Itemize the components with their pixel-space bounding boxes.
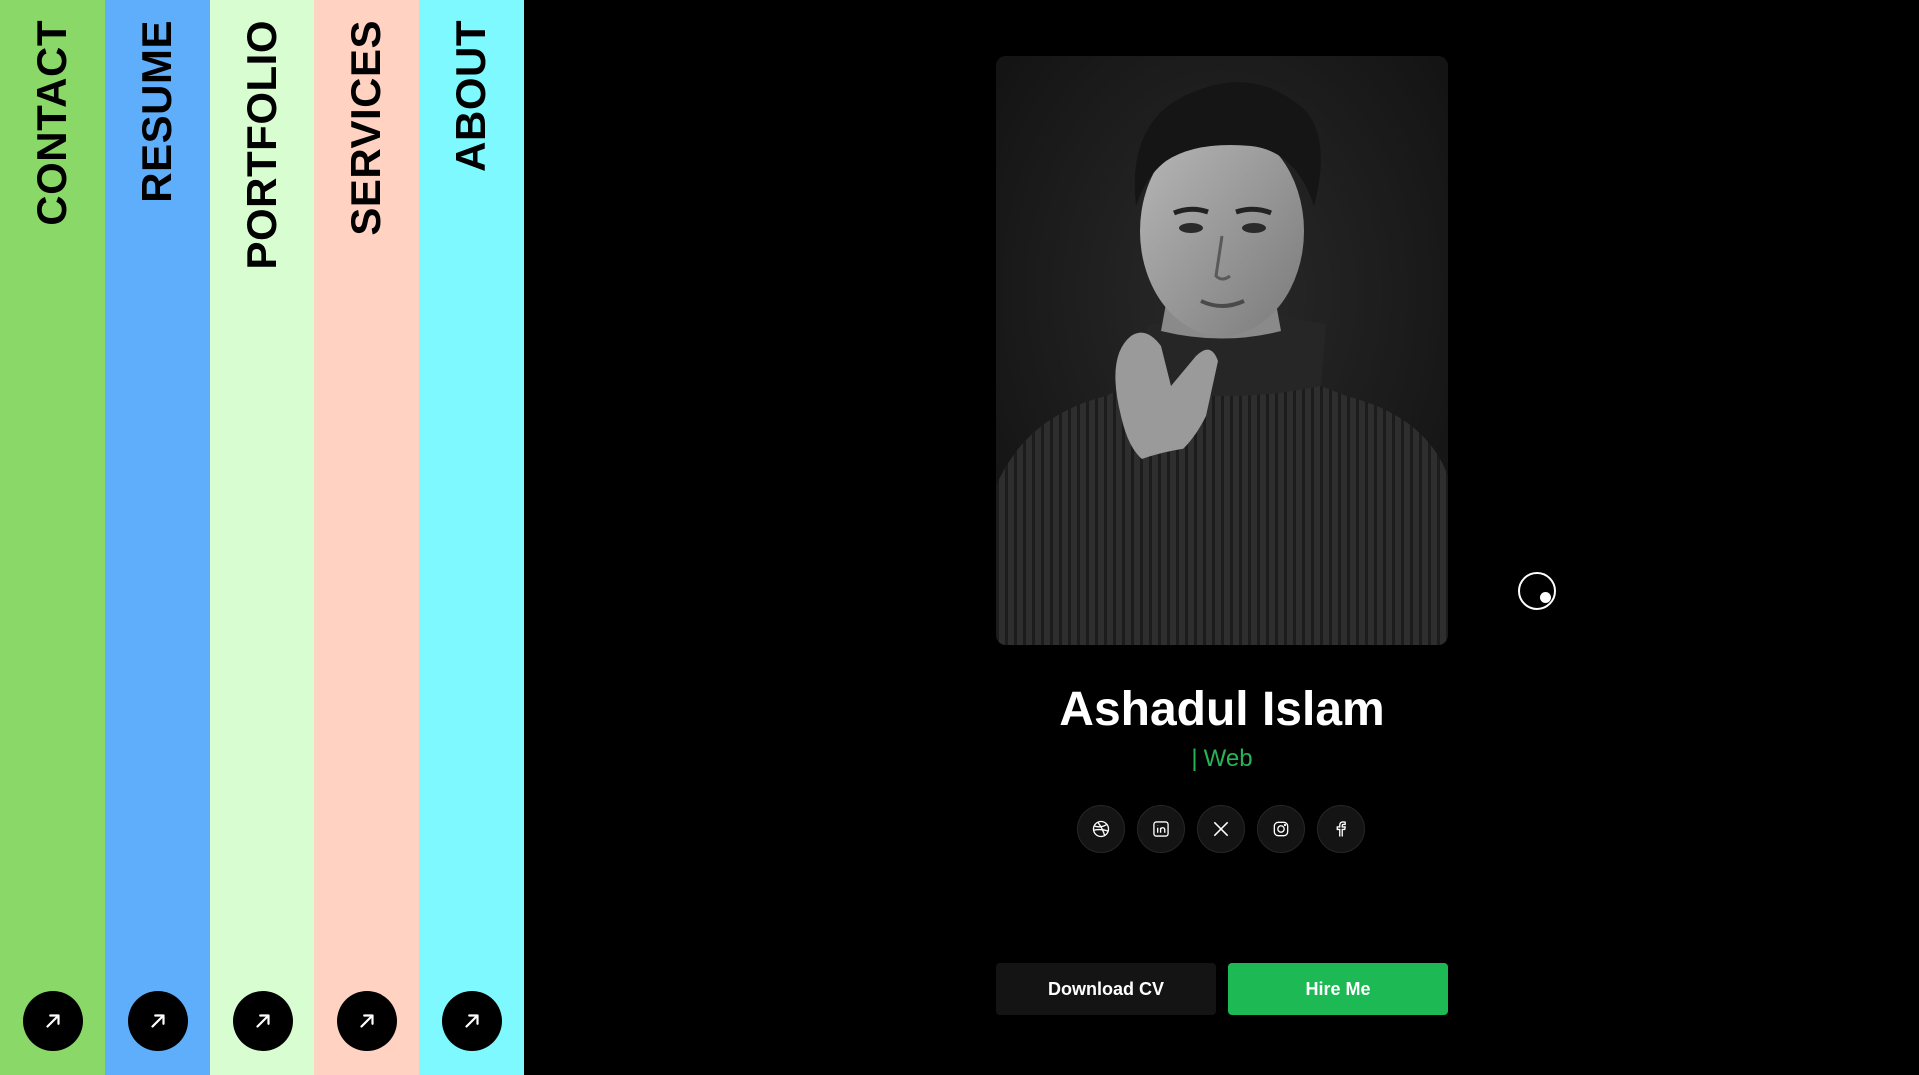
dribbble-icon[interactable] [1077, 805, 1125, 853]
nav-column-resume[interactable]: RESUME [104, 0, 210, 1075]
arrow-up-right-icon[interactable] [442, 991, 503, 1051]
profile-name: Ashadul Islam [1059, 683, 1385, 736]
scroll-dot [1540, 592, 1551, 603]
nav-label-about: ABOUT [447, 20, 495, 172]
role-text: Web [1203, 745, 1253, 772]
profile-role: | Web [996, 744, 1448, 774]
nav-column-services[interactable]: SERVICES [314, 0, 420, 1075]
scroll-indicator-icon [1518, 572, 1556, 610]
hire-me-button[interactable]: Hire Me [1228, 963, 1448, 1015]
arrow-up-right-icon[interactable] [23, 991, 83, 1051]
nav-label-services: SERVICES [342, 20, 390, 236]
arrow-up-right-icon[interactable] [127, 991, 188, 1051]
x-icon[interactable] [1197, 805, 1245, 853]
download-cv-button[interactable]: Download CV [996, 963, 1216, 1015]
arrow-up-right-icon[interactable] [232, 991, 293, 1051]
linkedin-icon[interactable] [1137, 805, 1185, 853]
nav-label-resume: RESUME [132, 20, 180, 203]
nav-column-about[interactable]: ABOUT [419, 0, 524, 1075]
nav-column-contact[interactable]: CONTACT [0, 0, 105, 1075]
arrow-up-right-icon[interactable] [337, 991, 398, 1051]
social-links [1077, 805, 1365, 853]
facebook-icon[interactable] [1317, 805, 1365, 853]
instagram-icon[interactable] [1257, 805, 1305, 853]
nav-label-contact: CONTACT [28, 20, 75, 226]
page: CONTACT RESUME PORTFOLIO SERVICES ABOUT [0, 0, 1919, 1075]
nav-column-portfolio[interactable]: PORTFOLIO [209, 0, 315, 1075]
role-cursor: | [1191, 745, 1198, 772]
nav-label-portfolio: PORTFOLIO [237, 20, 285, 270]
profile-photo [996, 56, 1448, 645]
side-nav: CONTACT RESUME PORTFOLIO SERVICES ABOUT [0, 0, 524, 1075]
